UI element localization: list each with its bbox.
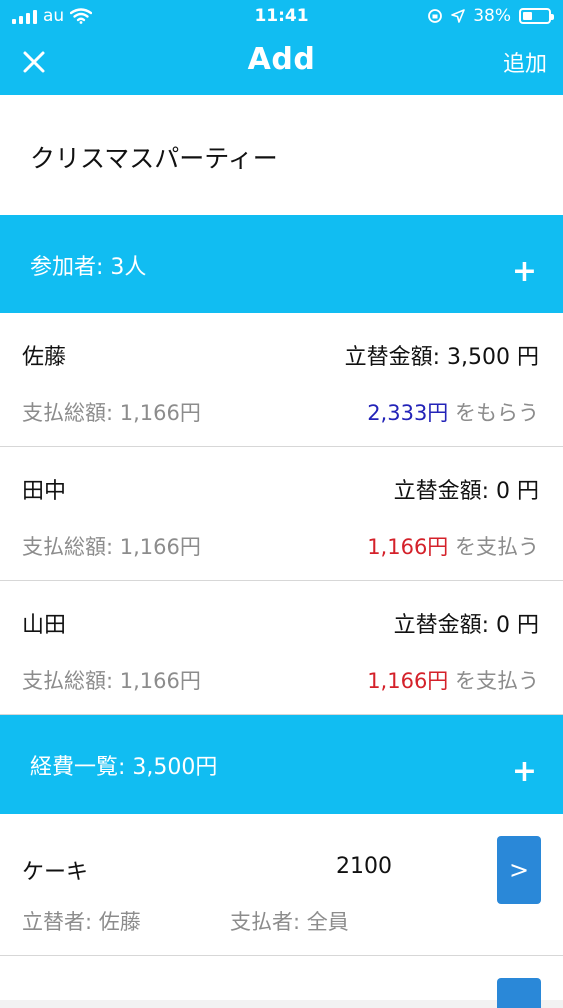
- settlement: 1,166円 を支払う: [367, 531, 539, 561]
- participants-count: 参加者: 3人: [30, 255, 147, 280]
- advance-amount: 立替金額: 3,500 円: [344, 345, 539, 370]
- expense-name: ケーキ: [22, 860, 89, 885]
- expense-payer: 立替者: 佐藤: [22, 910, 141, 934]
- add-expense-button[interactable]: +: [512, 757, 537, 787]
- advance-amount: 立替金額: 0 円: [393, 613, 539, 638]
- settlement-amount: 2,333円: [367, 401, 449, 425]
- settlement: 2,333円 をもらう: [367, 397, 539, 427]
- expense-row[interactable]: ケーキ 2100 立替者: 佐藤 支払者: 全員 >: [0, 814, 563, 956]
- expense-amount: 2100: [336, 854, 392, 879]
- advance-amount: 立替金額: 0 円: [393, 479, 539, 504]
- expense-detail-button[interactable]: [497, 978, 541, 1008]
- settlement: 1,166円 を支払う: [367, 665, 539, 695]
- page-title: Add: [247, 42, 316, 77]
- settlement-amount: 1,166円: [367, 669, 449, 693]
- location-icon: [451, 9, 466, 23]
- expense-row[interactable]: [0, 956, 563, 1008]
- settlement-amount: 1,166円: [367, 535, 449, 559]
- participant-row[interactable]: 山田 立替金額: 0 円 支払総額: 1,166円 1,166円 を支払う: [0, 581, 563, 715]
- participant-name: 山田: [22, 613, 67, 638]
- participant-row[interactable]: 佐藤 立替金額: 3,500 円 支払総額: 1,166円 2,333円 をもら…: [0, 313, 563, 447]
- participant-name: 佐藤: [22, 345, 67, 370]
- orientation-lock-icon: [428, 9, 443, 23]
- participant-row[interactable]: 田中 立替金額: 0 円 支払総額: 1,166円 1,166円 を支払う: [0, 447, 563, 581]
- add-button[interactable]: 追加: [503, 46, 547, 78]
- settlement-text: を支払う: [448, 535, 539, 559]
- participant-name: 田中: [22, 479, 67, 504]
- paid-total: 支払総額: 1,166円: [22, 535, 201, 559]
- paid-total: 支払総額: 1,166円: [22, 669, 201, 693]
- expenses-total: 経費一覧: 3,500円: [30, 755, 218, 780]
- status-bar: au 11:41 38%: [0, 0, 563, 34]
- settlement-text: を支払う: [448, 669, 539, 693]
- settlement-text: をもらう: [448, 401, 539, 425]
- add-participant-button[interactable]: +: [512, 257, 537, 287]
- expenses-header: 経費一覧: 3,500円 +: [0, 715, 563, 814]
- nav-bar: Add 追加: [0, 34, 563, 95]
- participants-header: 参加者: 3人 +: [0, 215, 563, 313]
- top-bar: au 11:41 38% Add 追加: [0, 0, 563, 95]
- paid-total: 支払総額: 1,166円: [22, 401, 201, 425]
- expense-detail-button[interactable]: >: [497, 836, 541, 904]
- expense-payees: 支払者: 全員: [230, 910, 349, 934]
- battery-percent: 38%: [473, 6, 511, 26]
- battery-icon: [519, 8, 554, 24]
- event-name: クリスマスパーティー: [30, 144, 278, 173]
- event-name-field[interactable]: クリスマスパーティー: [0, 95, 563, 215]
